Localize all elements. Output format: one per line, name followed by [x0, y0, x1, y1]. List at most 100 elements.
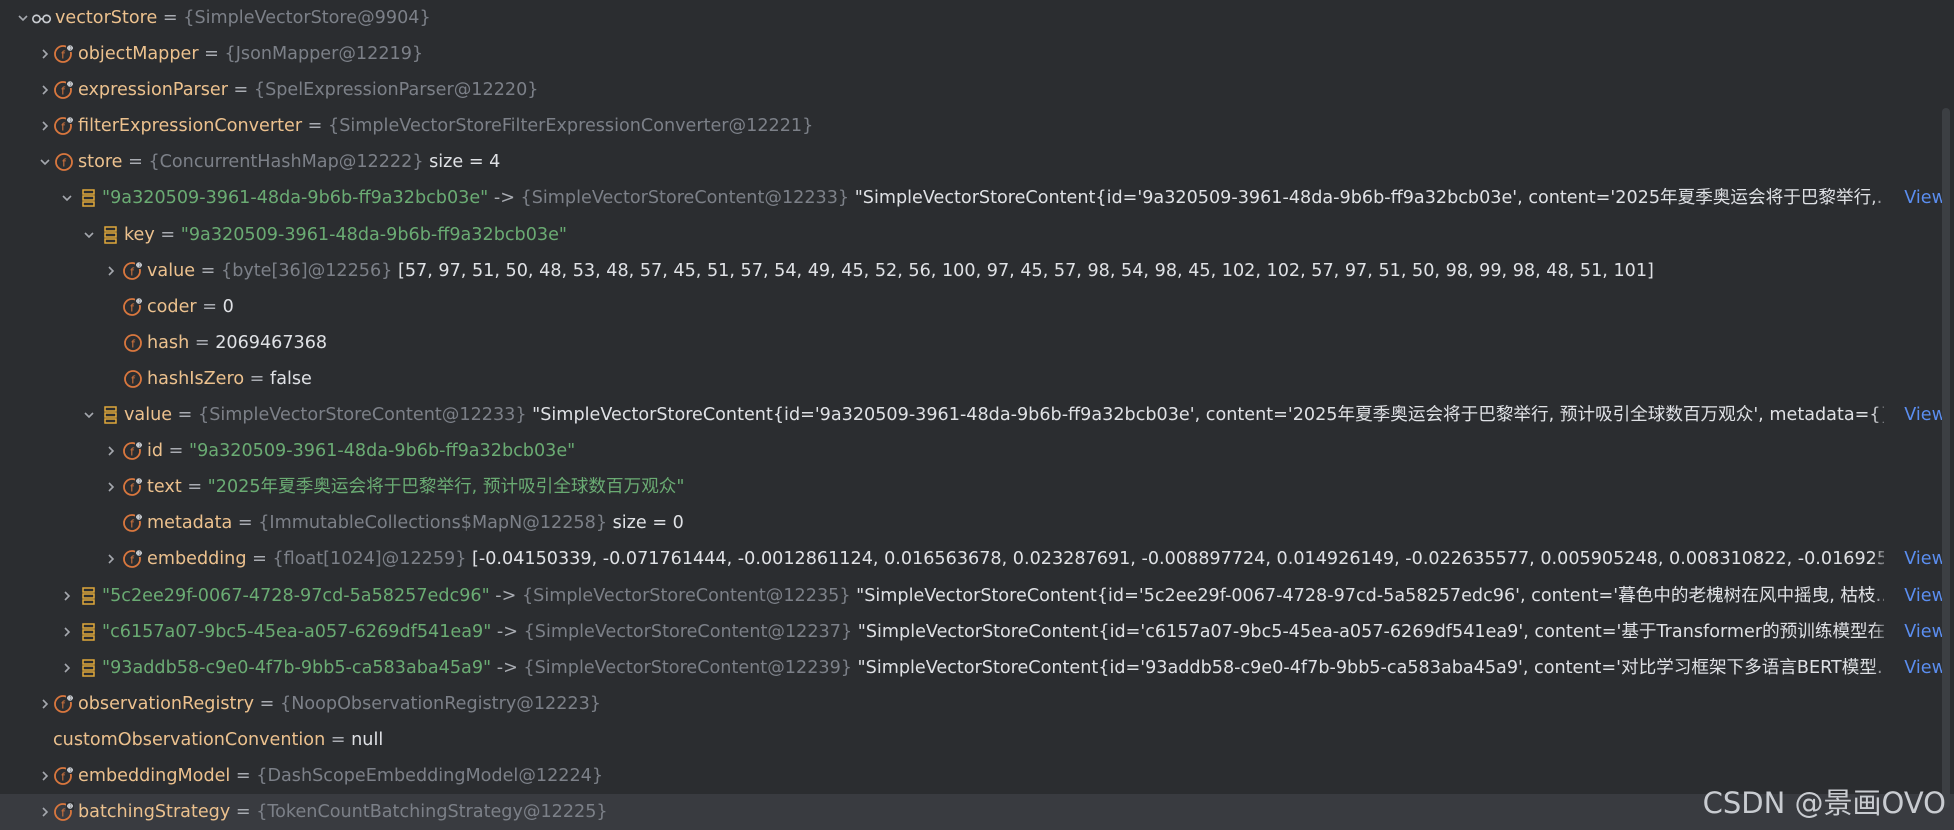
variable-value: "2025年夏季奥运会将于巴黎举行, 预计吸引全球数百万观众" [207, 477, 685, 498]
chevron-right-icon[interactable] [100, 469, 122, 505]
variable-name: embeddingModel [78, 765, 231, 786]
variable-name: metadata [147, 513, 233, 534]
map-key: "c6157a07-9bc5-45ea-a057-6269df541ea9" [102, 621, 492, 642]
chevron-right-icon[interactable] [100, 541, 122, 577]
tree-row[interactable]: "93addb58-c9e0-4f7b-9bb5-ca583aba45a9" -… [0, 649, 1954, 686]
equals-sign: = [154, 224, 181, 245]
tree-row[interactable]: f text = "2025年夏季奥运会将于巴黎举行, 预计吸引全球数百万观众" [0, 469, 1954, 505]
equals-sign: = [189, 332, 216, 353]
variable-name: hash [147, 332, 190, 353]
tree-row[interactable]: "c6157a07-9bc5-45ea-a057-6269df541ea9" -… [0, 613, 1954, 650]
variable-name: filterExpressionConverter [78, 116, 303, 137]
equals-sign: = [246, 549, 273, 570]
row-content: expressionParser = {SpelExpressionParser… [78, 72, 1884, 108]
variable-name: objectMapper [78, 44, 199, 65]
object-reference: {SimpleVectorStoreFilterExpressionConver… [328, 116, 814, 137]
chevron-down-icon[interactable] [78, 217, 100, 253]
final-field-icon: f [53, 115, 75, 137]
equals-sign: = [232, 513, 259, 534]
equals-sign: = [157, 8, 184, 28]
tree-row[interactable]: f expressionParser = {SpelExpressionParse… [0, 72, 1954, 108]
row-content: id = "9a320509-3961-48da-9b6b-ff9a32bcb0… [147, 433, 1884, 469]
final-field-icon: f [53, 693, 75, 715]
variable-value: "SimpleVectorStoreContent{id='9a320509-3… [526, 405, 1884, 426]
row-content: "c6157a07-9bc5-45ea-a057-6269df541ea9" -… [102, 614, 1884, 650]
equals-sign: = [230, 802, 257, 823]
variable-value: false [270, 368, 312, 389]
row-content: batchingStrategy = {TokenCountBatchingSt… [78, 794, 1884, 830]
tree-row[interactable]: f hash = 2069467368 [0, 325, 1954, 361]
tree-row[interactable]: f store = {ConcurrentHashMap@12222} size … [0, 144, 1954, 180]
object-reference: {TokenCountBatchingStrategy@12225} [256, 802, 608, 823]
view-link[interactable]: View [1898, 180, 1946, 217]
tree-row[interactable]: "5c2ee29f-0067-4728-97cd-5a58257edc96" -… [0, 577, 1954, 614]
tree-row[interactable]: value = {SimpleVectorStoreContent@12233}… [0, 397, 1954, 434]
map-key: "9a320509-3961-48da-9b6b-ff9a32bcb03e" [102, 188, 489, 209]
equals-sign: = [181, 477, 208, 498]
chevron-right-icon[interactable] [100, 253, 122, 289]
svg-text:f: f [61, 770, 66, 783]
chevron-right-icon[interactable] [56, 650, 78, 686]
svg-text:f: f [130, 482, 135, 495]
arrow: -> [491, 657, 524, 678]
tree-row[interactable]: f id = "9a320509-3961-48da-9b6b-ff9a32bcb… [0, 433, 1954, 469]
svg-text:f: f [130, 265, 135, 278]
tree-row[interactable]: f metadata = {ImmutableCollections$MapN@1… [0, 505, 1954, 541]
tree-row[interactable]: f coder = 0 [0, 289, 1954, 325]
tree-row[interactable]: f embeddingModel = {DashScopeEmbeddingMod… [0, 758, 1954, 794]
view-link[interactable]: View [1898, 613, 1946, 650]
tree-row[interactable]: "9a320509-3961-48da-9b6b-ff9a32bcb03e" -… [0, 180, 1954, 217]
row-content: store = {ConcurrentHashMap@12222} size =… [78, 144, 1884, 180]
map-entry-icon [78, 187, 100, 209]
chevron-right-icon[interactable] [56, 578, 78, 614]
overflow-fade [1872, 397, 1892, 434]
svg-text:f: f [61, 698, 66, 711]
tree-row[interactable]: f objectMapper = {JsonMapper@12219} [0, 36, 1954, 72]
view-link[interactable]: View [1898, 649, 1946, 686]
svg-text:f: f [61, 49, 66, 62]
final-field-icon: f [122, 476, 144, 498]
row-content: value = {byte[36]@12256} [57, 97, 51, 50… [147, 253, 1884, 289]
object-reference: {JsonMapper@12219} [224, 44, 424, 65]
tree-row[interactable]: f observationRegistry = {NoopObservationR… [0, 686, 1954, 722]
chevron-right-icon[interactable] [100, 433, 122, 469]
variable-value: size = 4 [423, 152, 501, 173]
variable-name: coder [147, 296, 197, 317]
map-key: "93addb58-c9e0-4f7b-9bb5-ca583aba45a9" [102, 657, 492, 678]
overflow-fade [1872, 649, 1892, 686]
chevron-down-icon[interactable] [56, 180, 78, 216]
svg-text:f: f [130, 446, 135, 459]
equals-sign: = [230, 765, 257, 786]
variable-value: "SimpleVectorStoreContent{id='5c2ee29f-0… [850, 585, 1884, 606]
row-content: "9a320509-3961-48da-9b6b-ff9a32bcb03e" -… [102, 180, 1884, 216]
map-entry-icon [100, 404, 122, 426]
row-content: observationRegistry = {NoopObservationRe… [78, 686, 1884, 722]
variable-value: size = 0 [607, 513, 684, 534]
overflow-fade [1872, 541, 1892, 578]
view-link[interactable]: View [1898, 541, 1946, 578]
view-link[interactable]: View [1898, 397, 1946, 434]
variable-name: key [124, 224, 155, 245]
equals-sign: = [244, 368, 271, 389]
row-content: vectorStore = {SimpleVectorStore@9904} [55, 0, 1884, 36]
row-content: hash = 2069467368 [147, 325, 1884, 361]
chevron-right-icon[interactable] [56, 614, 78, 650]
tree-row[interactable]: f hashIsZero = false [0, 361, 1954, 397]
tree-row[interactable]: f value = {byte[36]@12256} [57, 97, 51, 5… [0, 253, 1954, 289]
tree-row[interactable]: f batchingStrategy = {TokenCountBatchingS… [0, 794, 1954, 830]
variable-name: expressionParser [78, 80, 228, 101]
view-link[interactable]: View [1898, 577, 1946, 614]
equals-sign: = [325, 729, 352, 750]
variable-name: embedding [147, 549, 247, 570]
tree-row[interactable]: vectorStore = {SimpleVectorStore@9904} [0, 0, 1954, 36]
field-icon: f [122, 332, 144, 354]
object-reference: {SimpleVectorStoreContent@12233} [520, 188, 850, 209]
vertical-scrollbar[interactable] [1942, 108, 1950, 808]
object-reference: {ImmutableCollections$MapN@12258} [258, 513, 608, 534]
map-key: "5c2ee29f-0067-4728-97cd-5a58257edc96" [102, 585, 490, 606]
tree-row[interactable]: key = "9a320509-3961-48da-9b6b-ff9a32bcb… [0, 217, 1954, 253]
tree-row[interactable]: f embedding = {float[1024]@12259} [-0.041… [0, 541, 1954, 578]
tree-row[interactable]: customObservationConvention = null [0, 722, 1954, 758]
tree-row[interactable]: f filterExpressionConverter = {SimpleVect… [0, 108, 1954, 144]
chevron-down-icon[interactable] [78, 397, 100, 433]
